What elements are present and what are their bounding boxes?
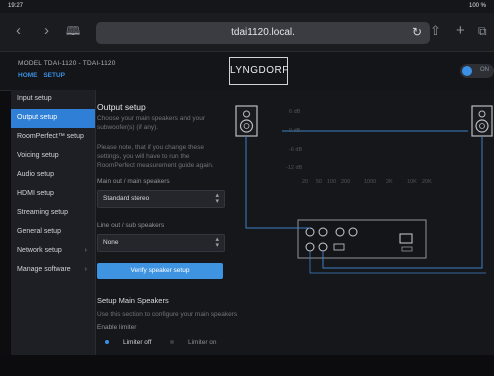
db-label: -12 dB — [286, 165, 303, 171]
bookmarks-icon[interactable]: 🕮 — [66, 22, 80, 40]
brand-logo: LYNGDORF — [229, 57, 288, 85]
db-label: 0 dB — [289, 128, 301, 134]
sidebar-item-network[interactable]: Network setup › — [11, 242, 95, 261]
verify-speaker-button[interactable]: Verify speaker setup — [97, 263, 223, 279]
forward-icon[interactable]: › — [44, 22, 49, 40]
main-content: Output setup Choose your main speakers a… — [96, 90, 494, 376]
sidebar-item-voicing[interactable]: Voicing setup — [11, 147, 95, 166]
chevron-right-icon: › — [84, 247, 87, 254]
select-arrows-icon: ▴ ▾ — [215, 236, 219, 249]
right-speaker-icon — [471, 105, 493, 137]
page-description: Choose your main speakers and your subwo… — [97, 115, 206, 131]
share-icon[interactable]: ⇧ — [430, 22, 441, 40]
freq-label: 1000 — [364, 179, 377, 185]
sidebar-item-label: Manage software — [17, 266, 71, 273]
freq-label: 20 — [302, 179, 309, 185]
sidebar-item-streaming[interactable]: Streaming setup — [11, 204, 95, 223]
main-out-label: Main out / main speakers — [97, 178, 170, 185]
select-arrows-icon: ▴ ▾ — [215, 192, 219, 205]
limiter-off-radio[interactable]: Limiter off — [105, 339, 151, 346]
radio-dot-icon — [170, 340, 174, 345]
sidebar-item-software[interactable]: Manage software › — [11, 261, 95, 280]
sidebar-item-label: Input setup — [17, 95, 52, 102]
speaker-illustration: 6 dB 0 dB -6 dB -12 dB 20 50 100 200 100… — [226, 98, 494, 278]
sidebar-item-hdmi[interactable]: HDMI setup — [11, 185, 95, 204]
sidebar-item-label: Network setup — [17, 247, 62, 254]
section-description: Use this section to configure your main … — [97, 311, 238, 318]
amplifier-icon — [297, 219, 427, 259]
model-label: MODEL TDAI-1120 - TDAI-1120 — [18, 60, 116, 67]
left-speaker-icon — [235, 105, 258, 137]
sidebar-item-general[interactable]: General setup — [11, 223, 95, 242]
limiter-label: Enable limiter — [97, 324, 137, 331]
line-out-label: Line out / sub speakers — [97, 222, 165, 229]
reload-icon[interactable]: ↻ — [412, 25, 422, 39]
toggle-knob — [462, 66, 472, 76]
chevron-right-icon: › — [84, 266, 87, 273]
bottom-edge — [0, 355, 494, 376]
breadcrumb-setup[interactable]: SETUP — [43, 72, 65, 79]
battery-indicator: 100 % — [468, 3, 486, 9]
back-icon[interactable]: ‹ — [16, 22, 21, 40]
freq-label: 2K — [386, 179, 393, 185]
status-bar: 19:27 100 % — [0, 0, 494, 13]
status-time: 19:27 — [8, 3, 24, 9]
radio-dot-icon — [105, 340, 109, 345]
db-label: 6 dB — [289, 109, 301, 115]
new-tab-icon[interactable]: + — [456, 22, 465, 40]
sidebar-item-label: HDMI setup — [17, 190, 54, 197]
freq-label: 50 — [316, 179, 323, 185]
sidebar-item-label: General setup — [17, 228, 61, 235]
db-label: -6 dB — [289, 147, 303, 153]
sidebar-item-label: Voicing setup — [17, 152, 59, 159]
sidebar-item-label: Streaming setup — [17, 209, 68, 216]
section-title: Setup Main Speakers — [97, 296, 169, 305]
radio-label: Limiter off — [123, 339, 152, 346]
browser-toolbar: ‹ › 🕮 tdai1120.local. ↻ ⇧ + ⧉ — [0, 13, 494, 52]
select-value: None — [103, 239, 119, 246]
sidebar-item-label: RoomPerfect™ setup — [17, 133, 84, 140]
connection-diagram — [235, 105, 493, 274]
sub-speakers-select[interactable]: None ▴ ▾ — [97, 234, 225, 252]
url-text: tdai1120.local. — [231, 27, 295, 38]
breadcrumb-home[interactable]: HOME — [18, 72, 38, 79]
sidebar-item-output[interactable]: Output setup — [11, 109, 95, 128]
breadcrumb: HOME SETUP — [18, 72, 69, 79]
address-bar[interactable]: tdai1120.local. ↻ — [96, 22, 430, 44]
sidebar-item-roomperfect[interactable]: RoomPerfect™ setup — [11, 128, 95, 147]
app-header: MODEL TDAI-1120 - TDAI-1120 HOME SETUP L… — [0, 52, 494, 91]
radio-label: Limiter on — [188, 339, 217, 346]
select-value: Standard stereo — [103, 195, 150, 202]
freq-label: 20K — [422, 179, 432, 185]
sidebar-item-label: Output setup — [17, 114, 58, 121]
freq-label: 200 — [341, 179, 351, 185]
sidebar: Input setup Output setup RoomPerfect™ se… — [11, 90, 96, 376]
main-speakers-select[interactable]: Standard stereo ▴ ▾ — [97, 190, 225, 208]
power-toggle[interactable]: ON — [460, 64, 494, 78]
tabs-icon[interactable]: ⧉ — [478, 22, 487, 40]
sidebar-item-input[interactable]: Input setup — [11, 90, 95, 109]
freq-label: 10K — [407, 179, 417, 185]
freq-label: 100 — [327, 179, 337, 185]
notice-text: Please note, that if you change these se… — [97, 144, 214, 169]
logo-text: LYNGDORF — [230, 65, 289, 76]
sidebar-item-label: Audio setup — [17, 171, 54, 178]
button-label: Verify speaker setup — [130, 267, 190, 274]
limiter-on-radio[interactable]: Limiter on — [170, 339, 217, 346]
sidebar-item-audio[interactable]: Audio setup — [11, 166, 95, 185]
power-label: ON — [480, 67, 489, 73]
page-title: Output setup — [97, 102, 146, 112]
